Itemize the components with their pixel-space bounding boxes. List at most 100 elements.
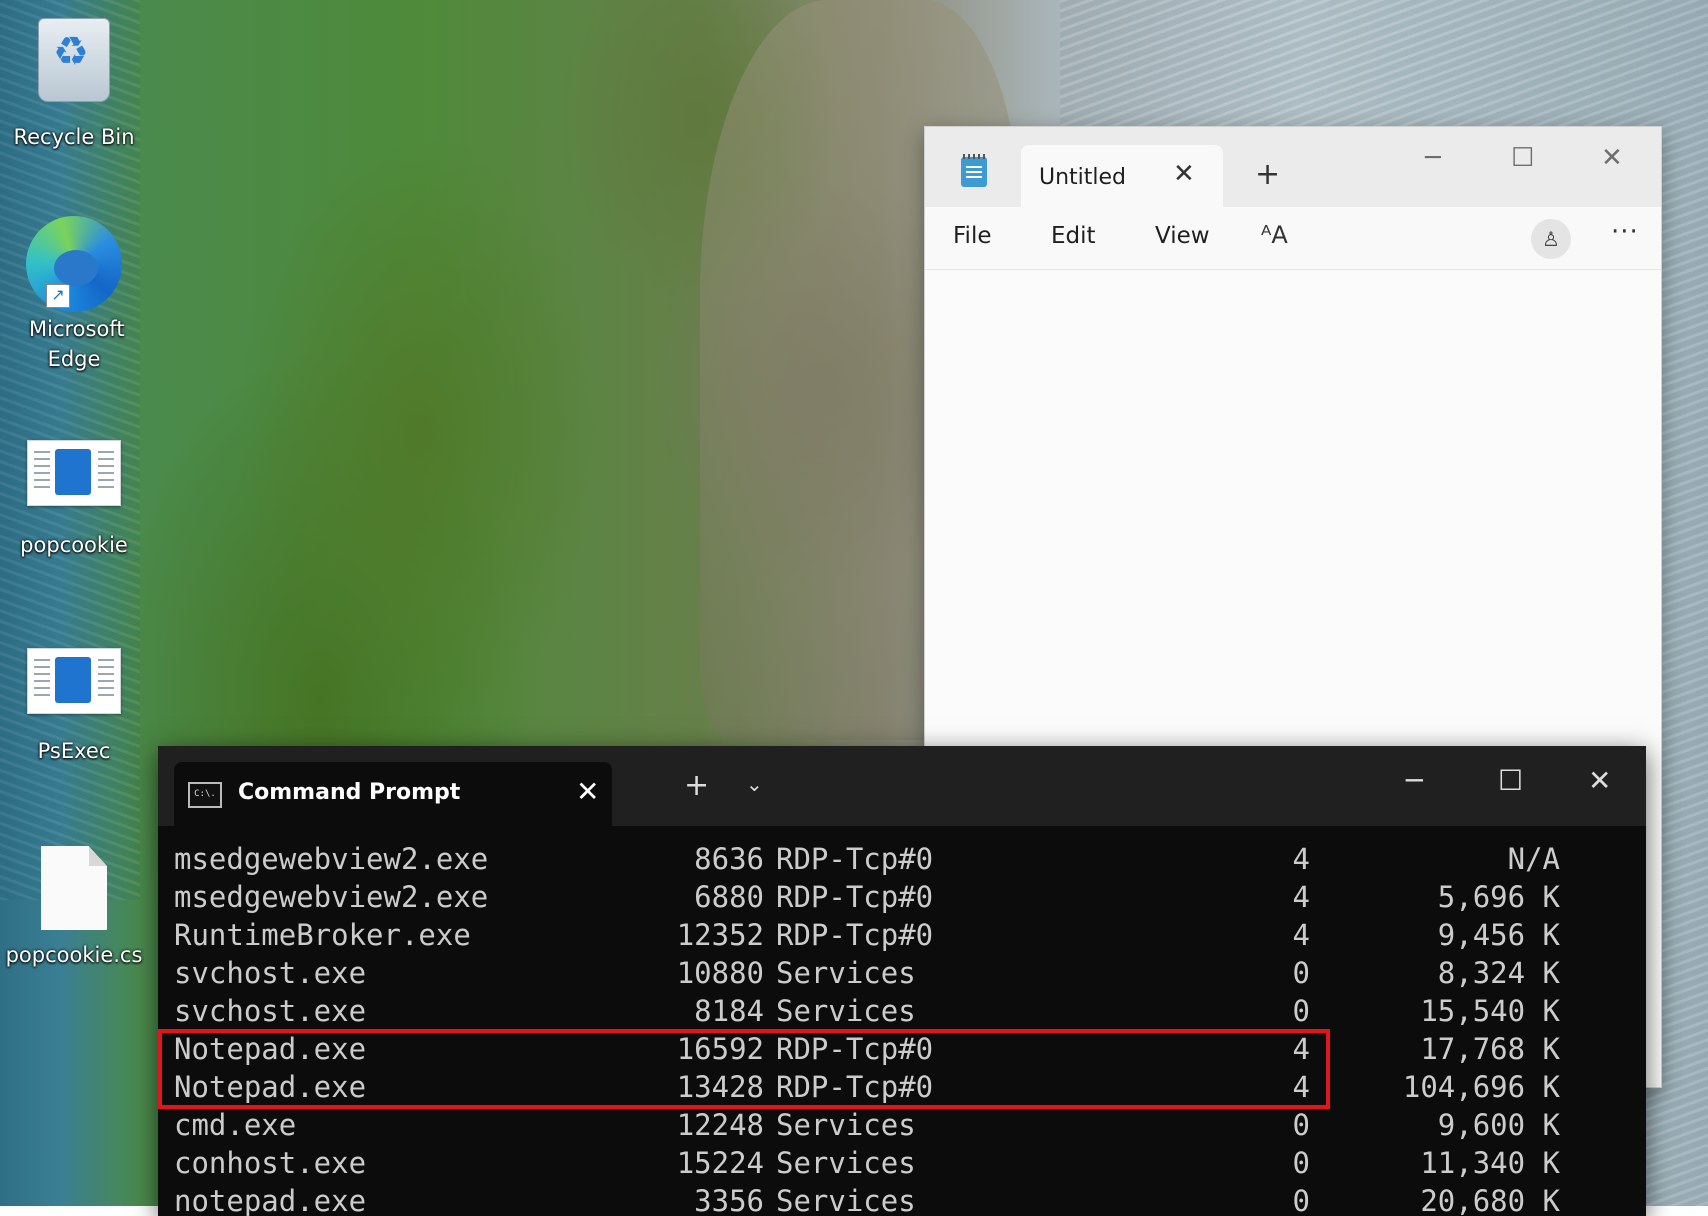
process-pid: 13428 <box>676 1070 764 1104</box>
process-session-number: 4 <box>1292 1070 1310 1104</box>
menu-view[interactable]: View <box>1155 223 1210 249</box>
recycle-bin-icon <box>38 18 110 102</box>
process-name: svchost.exe <box>174 956 367 990</box>
desktop-icon-popcookie[interactable]: popcookie <box>4 440 144 560</box>
process-session-number: 4 <box>1292 918 1310 952</box>
terminal-titlebar[interactable]: C:\. Command Prompt ✕ + ⌄ ─ ☐ ✕ <box>158 746 1646 826</box>
process-pid: 16592 <box>676 1032 764 1066</box>
new-tab-button[interactable]: + <box>1255 157 1280 192</box>
terminal-output[interactable]: msedgewebview2.exe 8636 RDP-Tcp#0 4 N/A … <box>158 826 1646 1216</box>
process-name: conhost.exe <box>174 1146 367 1180</box>
process-session: RDP-Tcp#0 <box>776 880 934 914</box>
menu-file[interactable]: File <box>953 223 992 249</box>
process-session: Services <box>776 1184 916 1216</box>
close-button[interactable]: ✕ <box>1588 764 1611 797</box>
process-session-number: 0 <box>1292 994 1310 1028</box>
process-memory: 9,600 K <box>1437 1108 1560 1142</box>
process-memory: 8,324 K <box>1437 956 1560 990</box>
process-session: Services <box>776 1108 916 1142</box>
minimize-button[interactable]: ─ <box>1406 764 1423 797</box>
process-session-number: 0 <box>1292 956 1310 990</box>
terminal-tab[interactable]: C:\. Command Prompt ✕ <box>174 762 612 826</box>
maximize-button[interactable]: ☐ <box>1511 143 1534 173</box>
new-tab-button[interactable]: + <box>684 768 709 803</box>
close-tab-icon[interactable]: ✕ <box>576 775 599 808</box>
process-pid: 15224 <box>676 1146 764 1180</box>
process-session-number: 4 <box>1292 880 1310 914</box>
process-pid: 12352 <box>676 918 764 952</box>
exe-file-icon <box>27 440 121 506</box>
process-memory: 17,768 K <box>1420 1032 1560 1066</box>
process-name: msedgewebview2.exe <box>174 880 489 914</box>
process-row: RuntimeBroker.exe 12352 RDP-Tcp#0 4 9,45… <box>174 916 1574 954</box>
copilot-icon[interactable]: ♙ <box>1531 219 1571 259</box>
process-memory: 104,696 K <box>1402 1070 1560 1104</box>
notepad-tab-title: Untitled <box>1039 165 1127 190</box>
process-name: Notepad.exe <box>174 1070 367 1104</box>
notepad-menubar: File Edit View ᴬA ♙ ··· <box>925 207 1661 270</box>
process-row: notepad.exe 3356 Services 0 20,680 K <box>174 1182 1574 1216</box>
desktop-icon-label: Microsoft Edge <box>29 317 125 371</box>
process-memory: 5,696 K <box>1437 880 1560 914</box>
process-name: Notepad.exe <box>174 1032 367 1066</box>
desktop-icon-label: PsExec <box>37 739 111 763</box>
process-pid: 10880 <box>676 956 764 990</box>
notepad-titlebar[interactable]: Untitled ✕ + ─ ☐ ✕ <box>925 127 1661 207</box>
process-memory: 9,456 K <box>1437 918 1560 952</box>
process-row: svchost.exe 10880 Services 0 8,324 K <box>174 954 1574 992</box>
process-pid: 8636 <box>694 842 764 876</box>
process-pid: 3356 <box>694 1184 764 1216</box>
command-prompt-icon: C:\. <box>188 782 222 808</box>
process-pid: 12248 <box>676 1108 764 1142</box>
close-button[interactable]: ✕ <box>1601 143 1623 173</box>
minimize-button[interactable]: ─ <box>1425 143 1441 173</box>
process-row: msedgewebview2.exe 8636 RDP-Tcp#0 4 N/A <box>174 840 1574 878</box>
process-session-number: 4 <box>1292 1032 1310 1066</box>
process-session: RDP-Tcp#0 <box>776 1032 934 1066</box>
notepad-app-icon <box>961 154 987 187</box>
more-options-icon[interactable]: ··· <box>1611 217 1639 247</box>
shortcut-arrow-icon: ↗ <box>46 284 70 308</box>
desktop-icon-edge[interactable]: ↗ Microsoft Edge <box>4 216 144 374</box>
process-session: RDP-Tcp#0 <box>776 1070 934 1104</box>
notepad-tab[interactable]: Untitled ✕ <box>1021 145 1223 207</box>
desktop-icon-label: Recycle Bin <box>13 125 135 149</box>
desktop-icon-label: popcookie <box>20 533 128 557</box>
process-memory: 15,540 K <box>1420 994 1560 1028</box>
process-memory: 20,680 K <box>1420 1184 1560 1216</box>
process-row: svchost.exe 8184 Services 0 15,540 K <box>174 992 1574 1030</box>
process-session: RDP-Tcp#0 <box>776 842 934 876</box>
edge-icon: ↗ <box>26 216 122 312</box>
process-row: Notepad.exe 13428 RDP-Tcp#0 4 104,696 K <box>174 1068 1574 1106</box>
desktop-icon-psexec[interactable]: PsExec <box>4 648 144 766</box>
process-session: Services <box>776 956 916 990</box>
terminal-tab-title: Command Prompt <box>238 780 461 805</box>
process-pid: 6880 <box>694 880 764 914</box>
terminal-window: C:\. Command Prompt ✕ + ⌄ ─ ☐ ✕ msedgewe… <box>158 746 1646 1216</box>
process-row: Notepad.exe 16592 RDP-Tcp#0 4 17,768 K <box>174 1030 1574 1068</box>
maximize-button[interactable]: ☐ <box>1498 764 1523 797</box>
process-name: notepad.exe <box>174 1184 367 1216</box>
desktop-icon-label: popcookie.cs <box>5 943 143 967</box>
process-memory: 11,340 K <box>1420 1146 1560 1180</box>
process-session-number: 4 <box>1292 842 1310 876</box>
desktop-icon-popcookie-cs[interactable]: popcookie.cs <box>4 846 144 970</box>
chevron-down-icon[interactable]: ⌄ <box>746 772 763 796</box>
process-row: cmd.exe 12248 Services 0 9,600 K <box>174 1106 1574 1144</box>
menu-edit[interactable]: Edit <box>1051 223 1096 249</box>
close-tab-icon[interactable]: ✕ <box>1173 159 1195 189</box>
process-name: cmd.exe <box>174 1108 297 1142</box>
process-session-number: 0 <box>1292 1146 1310 1180</box>
process-session-number: 0 <box>1292 1184 1310 1216</box>
process-memory: N/A <box>1507 842 1560 876</box>
desktop-icon-recycle-bin[interactable]: Recycle Bin <box>4 18 144 152</box>
process-session: Services <box>776 1146 916 1180</box>
process-name: msedgewebview2.exe <box>174 842 489 876</box>
process-name: svchost.exe <box>174 994 367 1028</box>
blank-file-icon <box>41 846 107 930</box>
font-format-icon[interactable]: ᴬA <box>1261 221 1288 249</box>
process-session-number: 0 <box>1292 1108 1310 1142</box>
process-name: RuntimeBroker.exe <box>174 918 471 952</box>
process-row: msedgewebview2.exe 6880 RDP-Tcp#0 4 5,69… <box>174 878 1574 916</box>
process-pid: 8184 <box>694 994 764 1028</box>
